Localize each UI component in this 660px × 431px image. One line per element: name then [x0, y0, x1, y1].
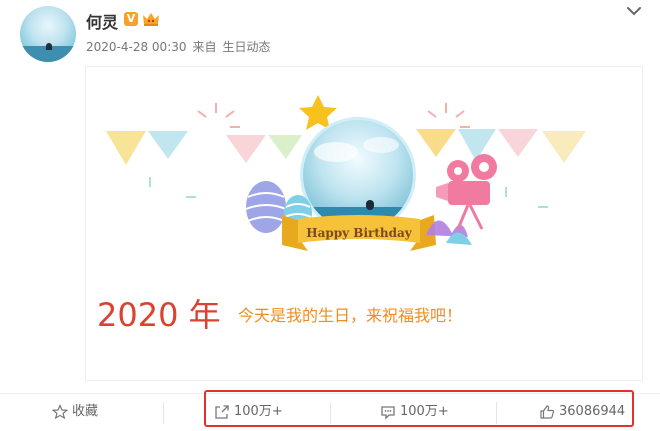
avatar-person — [46, 43, 52, 50]
post-timestamp: 2020-4-28 00:30 — [86, 40, 187, 54]
happy-birthday-banner: Happy Birthday — [282, 215, 436, 251]
confetti-left — [197, 103, 240, 128]
movie-camera-icon — [436, 154, 497, 230]
banner-text: Happy Birthday — [306, 226, 413, 240]
favorite-button[interactable]: 收藏 — [51, 400, 99, 424]
birthday-message: 今天是我的生日，来祝福我吧！ — [238, 306, 463, 325]
crown-icon — [143, 13, 159, 26]
year-text: 2020 年 — [97, 296, 221, 334]
username[interactable]: 何灵 — [86, 9, 118, 33]
highlight-box — [204, 390, 634, 427]
confetti-right — [427, 103, 470, 128]
favorite-label: 收藏 — [72, 404, 99, 419]
divider — [163, 402, 164, 424]
source-prefix: 来自 — [192, 40, 217, 54]
post-meta: 2020-4-28 00:30 来自 生日动态 — [86, 38, 271, 55]
star-outline-icon — [51, 403, 69, 419]
collapse-chevron-icon[interactable] — [624, 2, 644, 20]
post-source[interactable]: 生日动态 — [223, 40, 271, 54]
avatar[interactable] — [20, 6, 76, 62]
verified-icon: V — [124, 12, 138, 26]
